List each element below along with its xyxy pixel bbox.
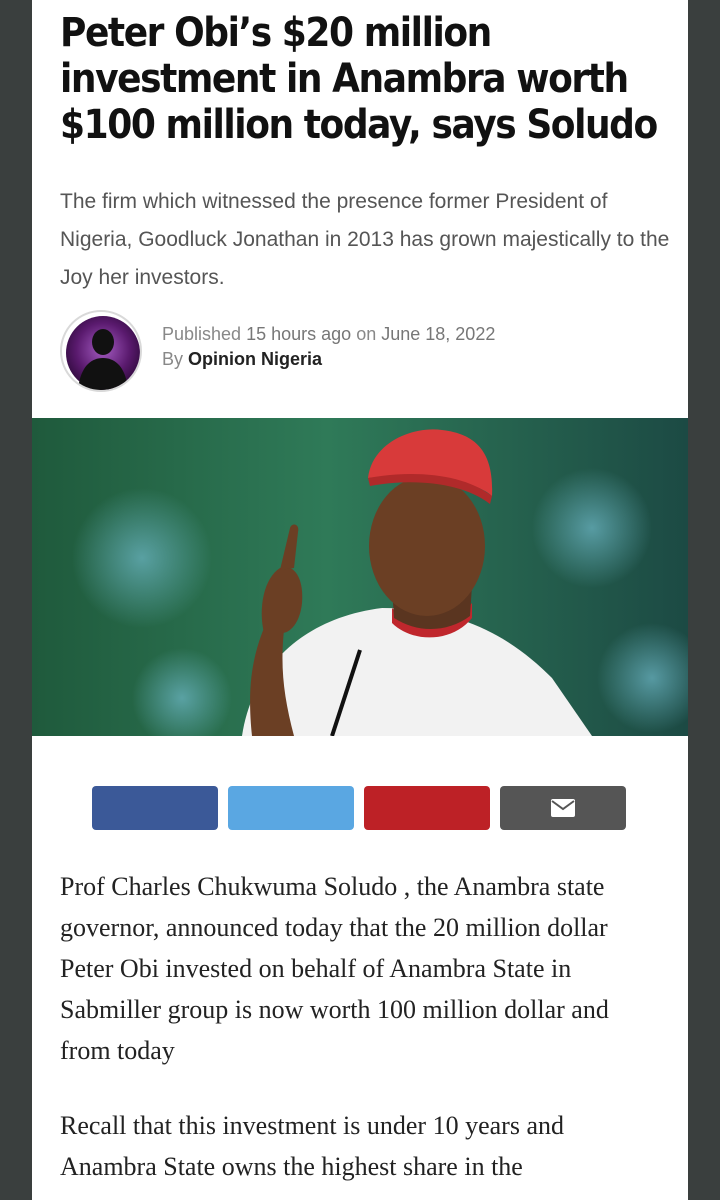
author-link[interactable]: Opinion Nigeria [188, 349, 322, 369]
article-subheadline: The firm which witnessed the presence fo… [60, 190, 670, 289]
published-prefix: Published [162, 324, 242, 344]
published-time-ago: 15 hours ago [246, 324, 352, 344]
article-paragraph: Recall that this investment is under 10 … [60, 1111, 564, 1181]
article-paragraph: Prof Charles Chukwuma Soludo , the Anamb… [60, 872, 609, 1065]
envelope-icon [551, 799, 575, 817]
share-buttons [92, 786, 626, 830]
by-label: By [162, 349, 184, 369]
pinterest-share-button[interactable] [364, 786, 490, 830]
facebook-share-button[interactable] [92, 786, 218, 830]
article-headline: Peter Obi’s $20 million investment in An… [60, 10, 658, 148]
featured-photo [32, 418, 688, 736]
article-meta: Published 15 hours ago on June 18, 2022 … [162, 322, 495, 372]
email-share-button[interactable] [500, 786, 626, 830]
published-date: June 18, 2022 [381, 324, 496, 344]
twitter-share-button[interactable] [228, 786, 354, 830]
article-page: Peter Obi’s $20 million investment in An… [32, 0, 688, 1200]
author-avatar[interactable] [60, 310, 142, 392]
published-on: on [356, 324, 377, 344]
